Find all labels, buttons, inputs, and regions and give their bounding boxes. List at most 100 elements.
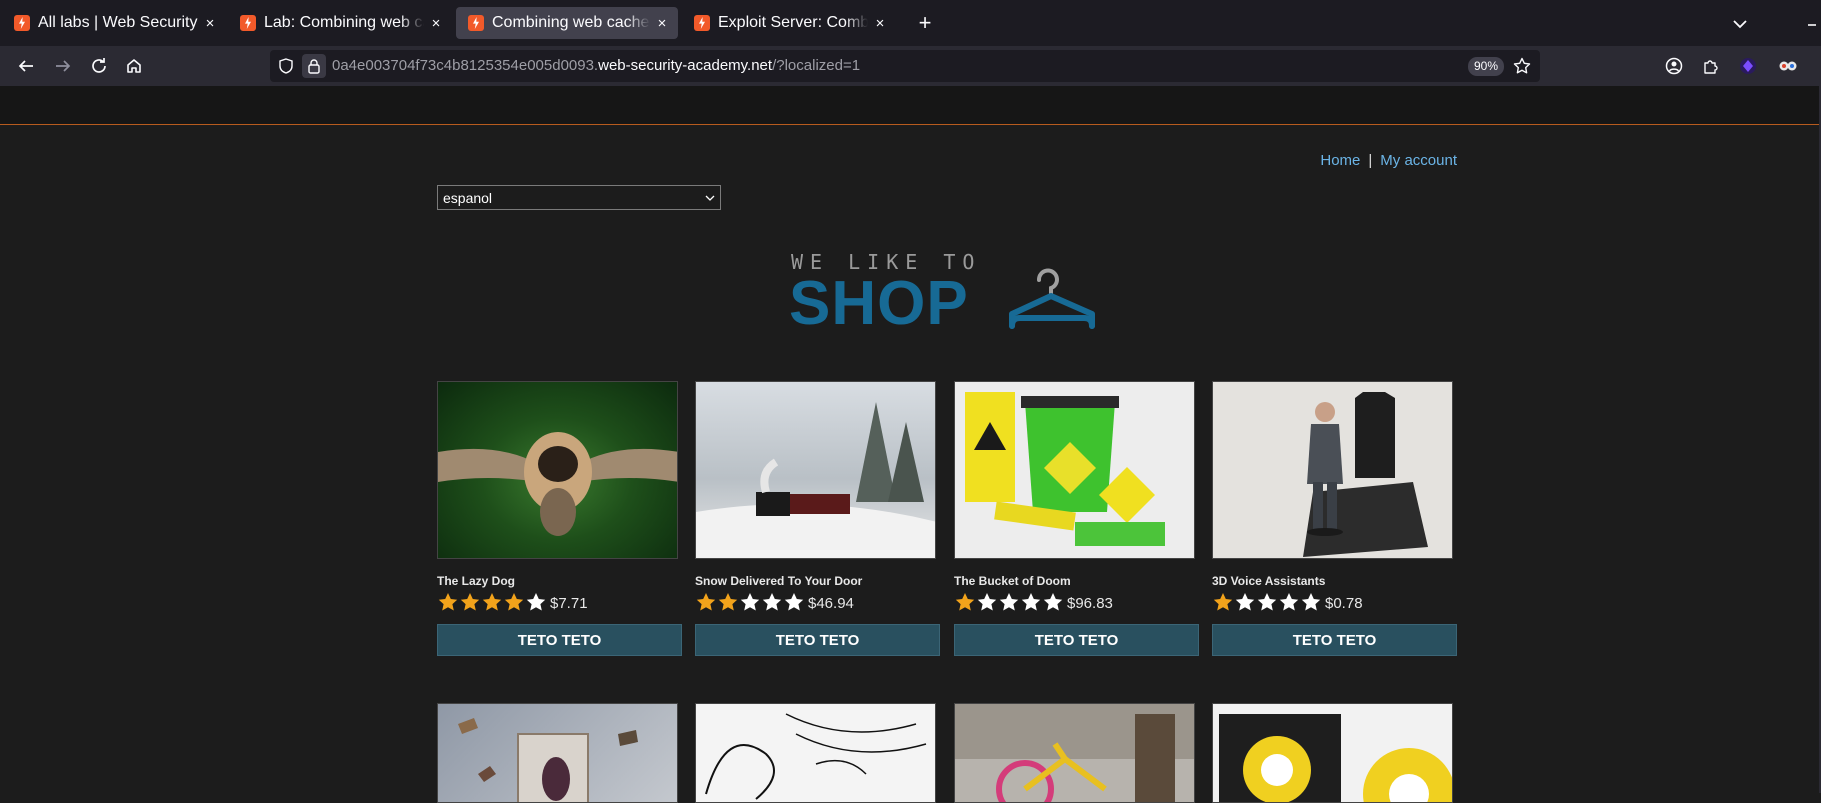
extension-eyes-button[interactable] <box>1774 52 1802 80</box>
star-filled-icon <box>482 593 502 611</box>
product-card: Snow Delivered To Your Door $46.94 TETO … <box>695 381 941 656</box>
star-empty-icon <box>740 593 760 611</box>
star-empty-icon <box>1301 593 1321 611</box>
product-image[interactable] <box>954 703 1195 803</box>
product-price: $46.94 <box>808 595 854 612</box>
url-host: web-security-academy.net <box>598 57 773 74</box>
tab-lab[interactable]: Lab: Combining web cach × <box>228 7 452 39</box>
star-empty-icon <box>1279 593 1299 611</box>
shield-icon[interactable] <box>278 58 294 74</box>
url-prefix: 0a4e003704f73c4b8125354e005d0093. <box>332 57 599 74</box>
star-empty-icon <box>1043 593 1063 611</box>
product-card: The Lazy Dog $7.71 TETO TETO <box>437 381 683 656</box>
product-image[interactable] <box>954 381 1195 559</box>
list-all-tabs-button[interactable] <box>1728 12 1752 36</box>
star-empty-icon <box>1021 593 1041 611</box>
portswigger-favicon-icon <box>240 15 256 31</box>
product-name: Snow Delivered To Your Door <box>695 574 863 588</box>
product-image[interactable] <box>1212 381 1453 559</box>
chevron-down-icon <box>705 195 715 201</box>
tab-title: Combining web cache po <box>492 14 650 31</box>
my-account-link[interactable]: My account <box>1380 152 1457 169</box>
product-image[interactable] <box>437 703 678 803</box>
product-image[interactable] <box>1212 703 1453 803</box>
reload-button[interactable] <box>85 52 113 80</box>
star-filled-icon <box>718 593 738 611</box>
view-details-button[interactable]: TETO TETO <box>1212 624 1457 656</box>
zoom-level-button[interactable]: 90% <box>1468 57 1505 76</box>
tab-title: Exploit Server: Combinin <box>718 14 868 31</box>
star-empty-icon <box>1235 593 1255 611</box>
flying-books-image <box>458 718 638 802</box>
product-rating: $0.78 <box>1212 592 1458 612</box>
url-path: /?localized=1 <box>772 57 861 74</box>
view-details-button[interactable]: TETO TETO <box>954 624 1199 656</box>
forward-button[interactable] <box>49 52 77 80</box>
reload-icon <box>92 58 106 73</box>
extensions-button[interactable] <box>1697 52 1725 80</box>
diamond-extension-icon <box>1740 58 1756 74</box>
product-name: The Lazy Dog <box>437 574 516 588</box>
rating-stars <box>1212 592 1322 612</box>
extension-purple-button[interactable] <box>1734 52 1762 80</box>
academy-header-bar <box>0 86 1821 125</box>
eight-ball-image <box>1219 714 1452 802</box>
star-empty-icon <box>977 593 997 611</box>
product-rating: $7.71 <box>437 592 683 612</box>
language-select[interactable]: espanol <box>437 185 721 210</box>
lock-icon <box>308 59 320 74</box>
shop-logo: WE LIKE TO SHOP <box>789 248 1109 358</box>
tab-exploit-server[interactable]: Exploit Server: Combinin × <box>682 7 896 39</box>
flying-pug-image <box>438 432 677 536</box>
product-price: $7.71 <box>550 595 588 612</box>
portswigger-favicon-icon <box>694 15 710 31</box>
home-icon <box>127 59 141 73</box>
close-icon[interactable]: × <box>872 15 888 32</box>
tab-all-labs[interactable]: All labs | Web Security Ac × <box>2 7 226 39</box>
window-minimize-button[interactable] <box>1806 10 1820 30</box>
voice-assistant-figure-image <box>1303 392 1428 557</box>
language-select-value: espanol <box>443 189 493 206</box>
page-content: Home | My account espanol WE LIKE TO SHOP … <box>0 86 1821 803</box>
url-text[interactable]: 0a4e003704f73c4b8125354e005d0093.web-sec… <box>332 57 860 74</box>
product-image[interactable] <box>695 381 936 559</box>
new-tab-button[interactable]: + <box>912 10 938 36</box>
account-button[interactable] <box>1660 52 1688 80</box>
nav-separator: | <box>1368 152 1373 169</box>
view-details-button[interactable]: TETO TETO <box>695 624 940 656</box>
sketch-drawing-image <box>705 713 927 800</box>
tab-combining-web-cache[interactable]: Combining web cache po × <box>456 7 678 39</box>
star-empty-icon <box>784 593 804 611</box>
top-navigation: Home | My account <box>1300 152 1457 169</box>
star-empty-icon <box>762 593 782 611</box>
star-empty-icon <box>1257 593 1277 611</box>
close-icon[interactable]: × <box>654 15 670 32</box>
account-icon <box>1665 57 1683 75</box>
rating-stars <box>954 592 1064 612</box>
product-rating: $46.94 <box>695 592 941 612</box>
star-filled-icon <box>504 593 524 611</box>
product-card: 3D Voice Assistants $0.78 TETO TETO <box>1212 381 1458 656</box>
close-icon[interactable]: × <box>202 15 218 32</box>
product-image[interactable] <box>695 703 936 803</box>
site-info-button[interactable] <box>302 54 326 78</box>
tab-title: Lab: Combining web cach <box>264 14 424 31</box>
logo-title: SHOP <box>789 269 969 338</box>
navigation-toolbar: 0a4e003704f73c4b8125354e005d0093.web-sec… <box>0 46 1821 86</box>
puzzle-icon <box>1704 60 1718 74</box>
snow-train-image <box>696 402 935 558</box>
address-bar[interactable]: 0a4e003704f73c4b8125354e005d0093.web-sec… <box>270 50 1540 82</box>
star-filled-icon <box>955 593 975 611</box>
product-image[interactable] <box>437 381 678 559</box>
product-card: The Bucket of Doom $96.83 TETO TETO <box>954 381 1200 656</box>
bookmark-button[interactable] <box>1510 54 1534 78</box>
home-link[interactable]: Home <box>1320 152 1360 169</box>
bucket-of-doom-image <box>965 392 1165 546</box>
eyes-extension-icon <box>1779 61 1797 71</box>
view-details-button[interactable]: TETO TETO <box>437 624 682 656</box>
product-price: $0.78 <box>1325 595 1363 612</box>
close-icon[interactable]: × <box>428 15 444 32</box>
home-button[interactable] <box>120 52 148 80</box>
portswigger-favicon-icon <box>468 15 484 31</box>
back-button[interactable] <box>12 52 40 80</box>
